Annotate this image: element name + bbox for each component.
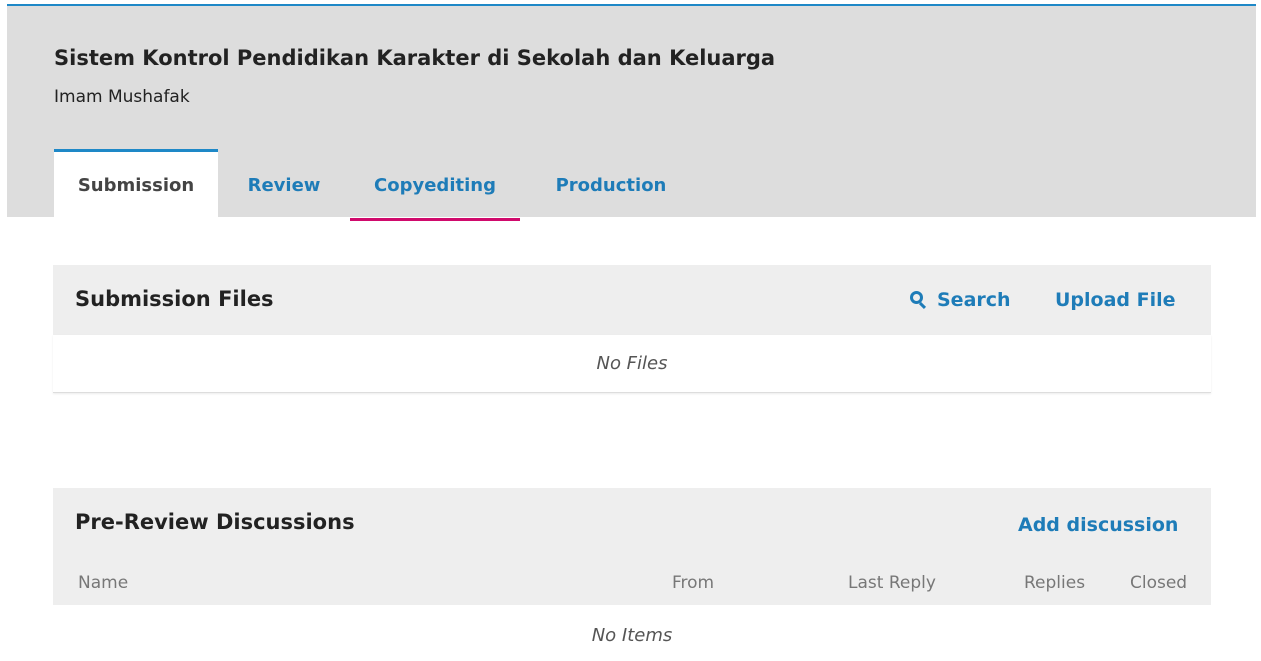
no-files-message: No Files [596, 353, 668, 374]
tab-production[interactable]: Production [532, 149, 690, 219]
submission-files-title: Submission Files [75, 287, 274, 311]
add-discussion-button[interactable]: Add discussion [1018, 514, 1178, 536]
tab-copyediting[interactable]: Copyediting [350, 149, 520, 221]
upload-file-button[interactable]: Upload File [1055, 289, 1176, 311]
tab-review[interactable]: Review [234, 149, 334, 219]
discussions-empty-row: No Items [53, 605, 1211, 661]
page: Sistem Kontrol Pendidikan Karakter di Se… [0, 0, 1261, 661]
page-title: Sistem Kontrol Pendidikan Karakter di Se… [54, 46, 776, 70]
tab-submission[interactable]: Submission [54, 149, 218, 219]
search-icon [909, 290, 927, 310]
column-header-from: From [672, 573, 715, 593]
author-name: Imam Mushafak [54, 87, 190, 107]
column-header-closed: Closed [1130, 573, 1188, 593]
discussions-title: Pre-Review Discussions [75, 510, 355, 534]
pre-review-discussions-panel: Pre-Review Discussions Add discussion Na… [53, 488, 1211, 661]
submission-header: Sistem Kontrol Pendidikan Karakter di Se… [7, 4, 1256, 221]
discussions-header: Pre-Review Discussions Add discussion Na… [53, 488, 1211, 605]
column-header-name: Name [78, 573, 129, 593]
submission-files-panel: Submission Files Search Upload File No F… [53, 265, 1211, 395]
search-label: Search [937, 289, 1011, 311]
no-items-message: No Items [591, 625, 673, 646]
files-empty-row: No Files [53, 335, 1211, 393]
search-button[interactable]: Search [909, 289, 1011, 311]
column-header-replies: Replies [1024, 573, 1086, 593]
submission-files-header: Submission Files Search Upload File [53, 265, 1211, 335]
column-header-last-reply: Last Reply [848, 573, 936, 593]
